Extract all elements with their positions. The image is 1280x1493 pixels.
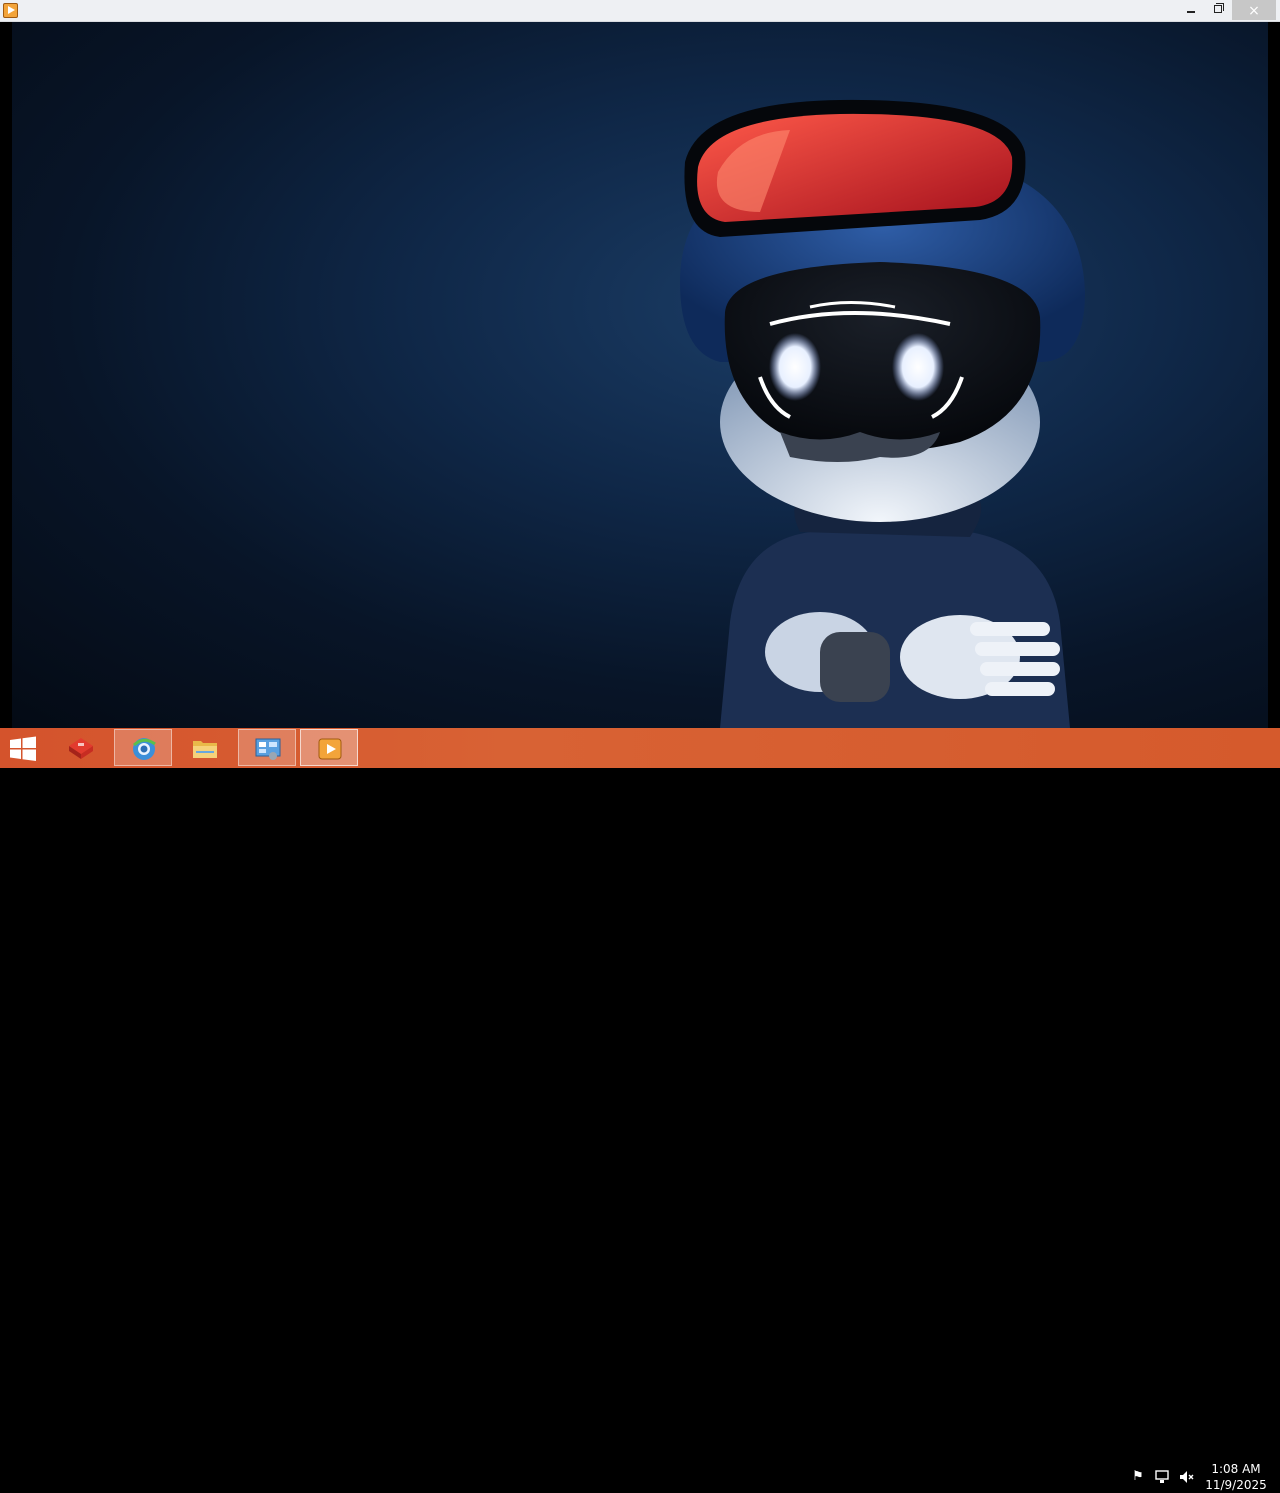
start-button[interactable]	[8, 736, 38, 762]
letterbox-right	[1268, 22, 1280, 728]
network-icon[interactable]	[1154, 1469, 1170, 1485]
taskbar-item-toolbox[interactable]	[52, 729, 110, 766]
taskbar-clock[interactable]: 1:08 AM 11/9/2025	[1200, 1461, 1272, 1493]
close-button[interactable]: ×	[1232, 0, 1276, 20]
taskbar: ⚑ 1:08 AM 11/9/2025	[0, 728, 1280, 1492]
control-panel-icon	[255, 738, 281, 760]
media-player-icon	[3, 3, 18, 18]
media-player-icon	[318, 738, 342, 760]
taskbar-item-media-player[interactable]	[300, 729, 358, 766]
close-icon: ×	[1248, 3, 1260, 19]
minimize-button[interactable]	[1178, 0, 1204, 20]
browser-globe-icon	[132, 738, 156, 760]
volume-muted-icon[interactable]	[1178, 1469, 1194, 1485]
video-frame-character	[680, 99, 1085, 728]
clock-time: 1:08 AM	[1211, 1462, 1261, 1476]
action-center-flag-icon[interactable]: ⚑	[1130, 1469, 1146, 1485]
restore-icon	[1214, 5, 1222, 13]
video-viewport[interactable]	[0, 22, 1280, 728]
taskbar-item-browser[interactable]	[114, 729, 172, 766]
letterbox-left	[0, 22, 12, 728]
folder-icon	[193, 741, 217, 758]
taskbar-item-file-explorer[interactable]	[176, 729, 234, 766]
windows-logo-icon	[10, 736, 36, 761]
minimize-icon	[1187, 11, 1195, 13]
red-toolbox-icon	[69, 738, 93, 759]
window-titlebar[interactable]: ×	[0, 0, 1280, 22]
taskbar-item-control-panel[interactable]	[238, 729, 296, 766]
clock-date: 11/9/2025	[1205, 1478, 1267, 1492]
restore-button[interactable]	[1205, 0, 1231, 20]
